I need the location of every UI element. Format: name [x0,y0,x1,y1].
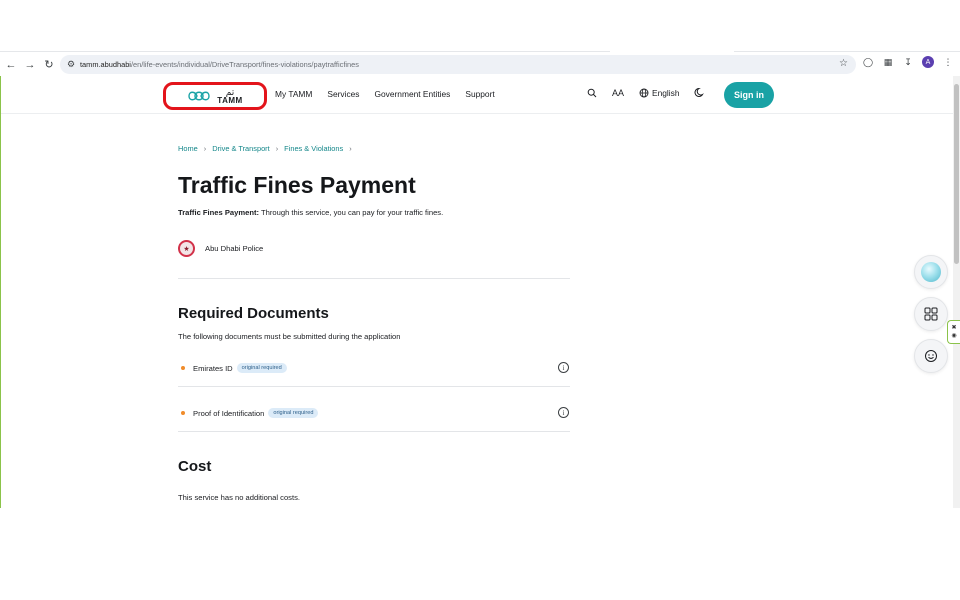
scrollbar-thumb[interactable] [954,84,959,264]
breadcrumb-home[interactable]: Home [178,144,198,153]
language-switch[interactable]: English [639,88,679,98]
assistant-orb-icon [921,262,941,282]
side-widget-tab[interactable]: ✖ ◉ [947,320,960,344]
page-viewport: تم TAMM My TAMM Services Government Enti… [0,76,960,508]
url-host: tamm.abudhabi [80,60,131,69]
language-label: English [652,87,680,98]
download-icon[interactable]: ↧ [902,56,914,68]
bookmark-star-icon[interactable]: ☆ [839,58,848,69]
required-documents-subtitle: The following documents must be submitte… [178,332,401,341]
nav-services[interactable]: Services [327,89,359,99]
tamm-logo-mark-icon [188,91,210,101]
close-icon[interactable]: ✖ [951,325,956,331]
browser-toolbar: ← → ↻ ⚙ tamm.abudhabi/en/life-events/ind… [0,53,960,76]
address-bar[interactable]: ⚙ tamm.abudhabi/en/life-events/individua… [60,55,856,74]
logo-wordmark: تم TAMM [217,87,243,105]
smiley-icon [925,350,937,362]
reload-icon[interactable]: ↻ [40,56,58,74]
chevron-right-icon: › [275,144,279,153]
url-text[interactable]: tamm.abudhabi/en/life-events/individual/… [80,60,359,69]
intro-label: Traffic Fines Payment: [178,208,260,217]
abu-dhabi-police-logo-icon: ★ [178,240,195,257]
browser-extensions: ◯ ▦ ↧ A ⋮ [862,56,954,68]
assistant-orb-button[interactable] [914,255,948,289]
info-icon[interactable]: i [558,407,569,418]
bullet-dot [181,366,185,370]
grid-icon [924,307,938,321]
bullet-dot [181,411,185,415]
breadcrumb-drive-transport[interactable]: Drive & Transport [212,144,270,153]
sign-in-button[interactable]: Sign in [724,82,774,108]
logo-latin-text: TAMM [217,95,243,105]
chevron-right-icon: › [349,144,352,153]
original-required-badge: original required [268,408,319,418]
profile-avatar[interactable]: A [922,56,934,68]
original-required-badge: original required [236,363,287,373]
font-size-button[interactable]: AA [612,88,624,98]
section-divider [178,278,570,279]
info-icon[interactable]: i [558,362,569,373]
tamm-logo[interactable]: تم TAMM [163,82,267,110]
provider-name: Abu Dhabi Police [205,244,264,253]
row-divider [178,431,570,432]
nav-support[interactable]: Support [465,89,494,99]
nav-my-tamm[interactable]: My TAMM [275,89,312,99]
breadcrumb: Home › Drive & Transport › Fines & Viola… [178,144,352,153]
service-intro: Traffic Fines Payment: Through this serv… [178,208,443,217]
url-path: /en/life-events/individual/DriveTranspor… [130,60,359,69]
required-documents-title: Required Documents [178,305,329,322]
shield-extension-icon[interactable]: ◯ [862,56,874,68]
site-header: تم TAMM My TAMM Services Government Enti… [1,76,953,114]
cost-title: Cost [178,458,212,475]
page-scrollbar[interactable] [953,76,960,508]
widget-icon[interactable]: ◉ [951,333,956,339]
feedback-button[interactable] [914,339,948,373]
window-top-area [0,0,960,52]
globe-icon [639,88,649,97]
forward-icon[interactable]: → [21,56,39,74]
apps-grid-button[interactable] [914,297,948,331]
page-title: Traffic Fines Payment [178,172,416,198]
site-info-icon[interactable]: ⚙ [62,59,80,70]
chevron-right-icon: › [203,144,207,153]
extensions-puzzle-icon[interactable]: ▦ [882,56,894,68]
nav-government-entities[interactable]: Government Entities [375,89,451,99]
search-icon[interactable] [587,88,599,98]
dark-mode-icon[interactable] [694,87,705,98]
tabstrip-divider [0,51,960,52]
main-nav: My TAMM Services Government Entities Sup… [275,89,495,99]
header-tools: AA English [587,87,705,98]
cost-text: This service has no additional costs. [178,493,300,502]
document-item: Proof of Identification original require… [178,405,570,421]
intro-text: Through this service, you can pay for yo… [259,208,444,217]
browser-menu-icon[interactable]: ⋮ [942,56,954,68]
row-divider [178,386,570,387]
document-item: Emirates ID original required i [178,360,570,376]
breadcrumb-fines-violations[interactable]: Fines & Violations [284,144,343,153]
service-provider[interactable]: ★ Abu Dhabi Police [178,240,263,257]
document-name: Proof of Identification [193,408,265,418]
back-icon[interactable]: ← [2,56,20,74]
document-name: Emirates ID [193,363,233,373]
